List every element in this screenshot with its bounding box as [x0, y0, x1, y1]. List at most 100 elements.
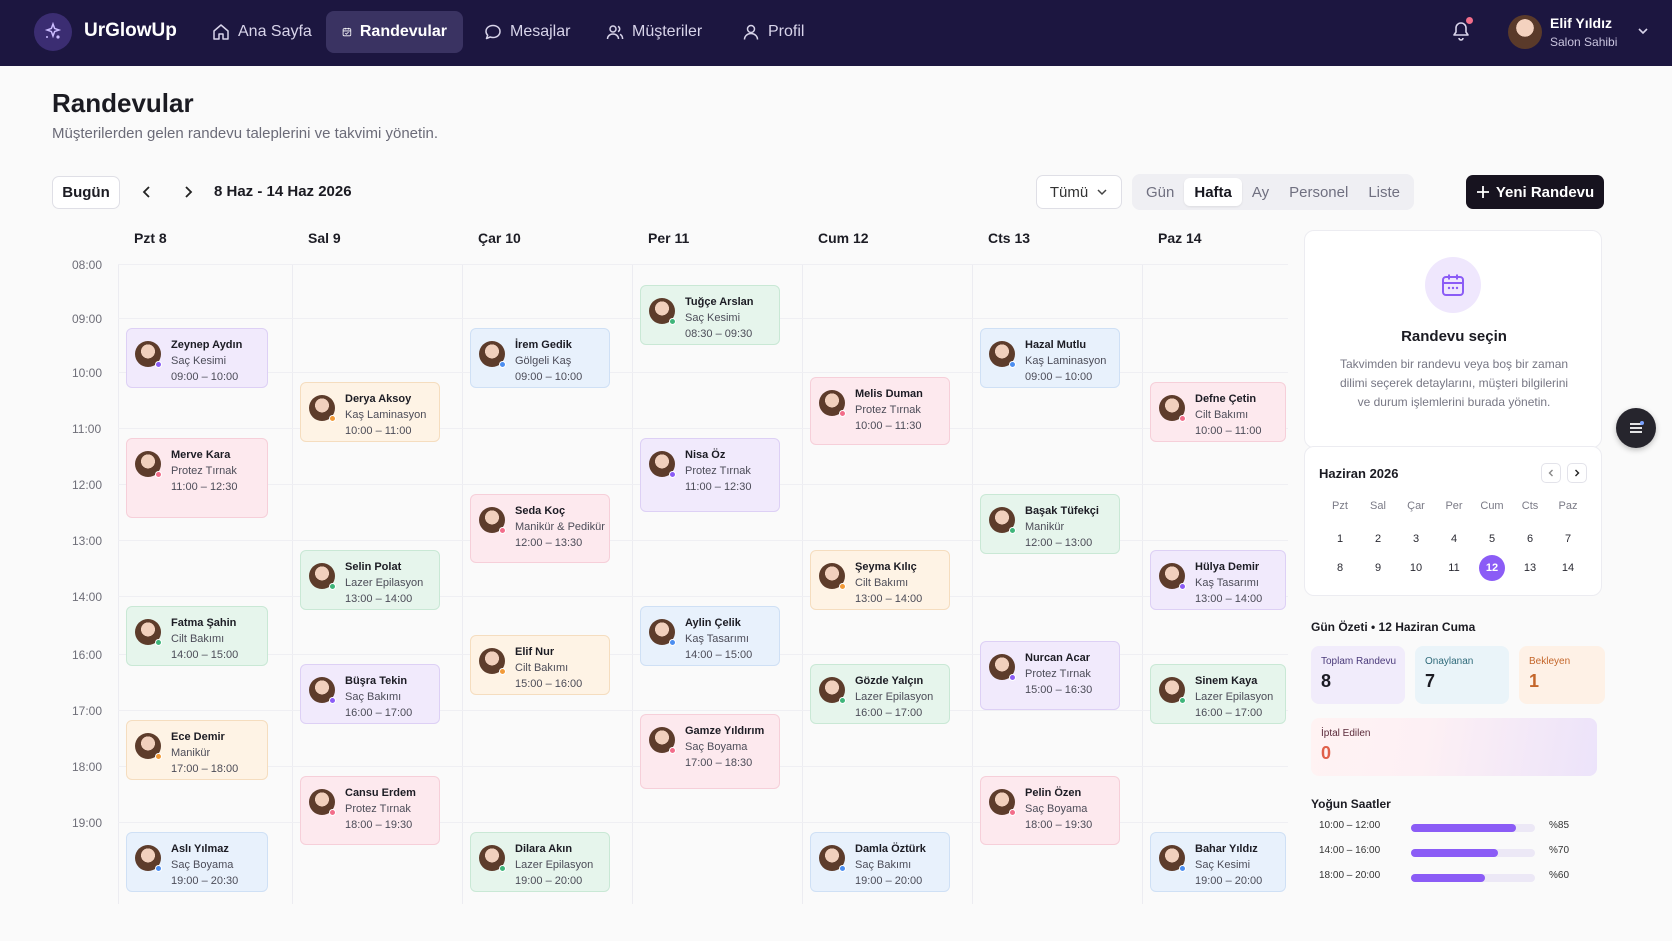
day-header[interactable]: Per 11 [648, 230, 689, 246]
next-week-icon[interactable] [180, 184, 196, 200]
day-header[interactable]: Cts 13 [988, 230, 1030, 246]
mini-day[interactable]: 6 [1517, 526, 1543, 552]
tab-month[interactable]: Ay [1242, 178, 1279, 206]
new-appointment-button[interactable]: Yeni Randevu [1466, 175, 1604, 209]
appointment-card[interactable]: Cansu Erdem Protez Tırnak 18:00 – 19:30 [300, 776, 440, 846]
mini-day[interactable]: 11 [1441, 555, 1467, 581]
nav-item-messages[interactable]: Mesajlar [468, 11, 586, 53]
today-button[interactable]: Bugün [52, 176, 120, 209]
appointment-card[interactable]: Bahar Yıldız Saç Kesimi 19:00 – 20:00 [1150, 832, 1286, 892]
appointment-card[interactable]: Sinem Kaya Lazer Epilasyon 16:00 – 17:00 [1150, 664, 1286, 724]
day-header[interactable]: Pzt 8 [134, 230, 167, 246]
hour-line [118, 596, 1288, 597]
appointment-card[interactable]: Pelin Özen Saç Boyama 18:00 – 19:30 [980, 776, 1120, 846]
mini-prev-button[interactable] [1541, 463, 1561, 483]
appointment-card[interactable]: Damla Öztürk Saç Bakımı 19:00 – 20:00 [810, 832, 950, 892]
mini-day[interactable]: 12 [1479, 555, 1505, 581]
appointment-time: 13:00 – 14:00 [855, 593, 923, 605]
appointment-card[interactable]: Şeyma Kılıç Cilt Bakımı 13:00 – 14:00 [810, 550, 950, 610]
day-header[interactable]: Cum 12 [818, 230, 869, 246]
tab-week[interactable]: Hafta [1184, 178, 1242, 206]
mini-day[interactable]: 14 [1555, 555, 1581, 581]
appointment-service: Lazer Epilasyon [345, 577, 424, 589]
appointment-service: Lazer Epilasyon [1195, 691, 1274, 703]
avatar[interactable] [1508, 15, 1542, 49]
mini-day[interactable]: 7 [1555, 526, 1581, 552]
user-name[interactable]: Elif Yıldız [1550, 15, 1612, 31]
status-dot [839, 697, 846, 704]
day-header[interactable]: Çar 10 [478, 230, 521, 246]
busy-track [1411, 874, 1535, 882]
mini-day[interactable]: 1 [1327, 526, 1353, 552]
appointment-card[interactable]: Merve Kara Protez Tırnak 11:00 – 12:30 [126, 438, 268, 518]
status-dot [329, 415, 336, 422]
logo-icon[interactable] [34, 13, 72, 51]
appointment-card[interactable]: Hazal Mutlu Kaş Laminasyon 09:00 – 10:00 [980, 328, 1120, 388]
appointment-card[interactable]: Derya Aksoy Kaş Laminasyon 10:00 – 11:00 [300, 382, 440, 442]
appointment-card[interactable]: Aylin Çelik Kaş Tasarımı 14:00 – 15:00 [640, 606, 780, 666]
appointment-time: 19:00 – 20:00 [515, 875, 583, 887]
appointment-card[interactable]: Selin Polat Lazer Epilasyon 13:00 – 14:00 [300, 550, 440, 610]
appointment-card[interactable]: Gözde Yalçın Lazer Epilasyon 16:00 – 17:00 [810, 664, 950, 724]
appointment-service: Cilt Bakımı [515, 662, 569, 674]
day-header[interactable]: Sal 9 [308, 230, 341, 246]
tab-day[interactable]: Gün [1136, 178, 1184, 206]
mini-day[interactable]: 10 [1403, 555, 1429, 581]
prev-week-icon[interactable] [139, 184, 155, 200]
mini-day[interactable]: 5 [1479, 526, 1505, 552]
mini-calendar: Haziran 2026 Pzt Sal Çar Per Cum Cts Paz 1 2 3 4 5 6… [1304, 446, 1602, 596]
mini-day[interactable]: 8 [1327, 555, 1353, 581]
mini-day[interactable]: 9 [1365, 555, 1391, 581]
appointment-card[interactable]: Ece Demir Manikür 17:00 – 18:00 [126, 720, 268, 780]
chevron-down-icon[interactable] [1636, 24, 1650, 38]
appointment-card[interactable]: Dilara Akın Lazer Epilasyon 19:00 – 20:00 [470, 832, 610, 892]
app-name[interactable]: UrGlowUp [84, 20, 177, 42]
appointment-time: 14:00 – 15:00 [685, 649, 753, 661]
nav-item-home[interactable]: Ana Sayfa [196, 11, 328, 53]
appointment-card[interactable]: Başak Tüfekçi Manikür 12:00 – 13:00 [980, 494, 1120, 554]
appointment-customer: Sinem Kaya [1195, 675, 1258, 687]
hour-line [118, 264, 1288, 265]
status-dot [839, 865, 846, 872]
mini-day[interactable]: 2 [1365, 526, 1391, 552]
appointment-card[interactable]: Gamze Yıldırım Saç Boyama 17:00 – 18:30 [640, 714, 780, 789]
appointment-card[interactable]: Fatma Şahin Cilt Bakımı 14:00 – 15:00 [126, 606, 268, 666]
appointment-card[interactable]: Nurcan Acar Protez Tırnak 15:00 – 16:30 [980, 640, 1120, 711]
appointment-card[interactable]: Zeynep Aydın Saç Kesimi 09:00 – 10:00 [126, 328, 268, 388]
status-dot [1179, 583, 1186, 590]
mini-day[interactable]: 4 [1441, 526, 1467, 552]
appointment-card[interactable]: Tuğçe Arslan Saç Kesimi 08:30 – 09:30 [640, 284, 780, 345]
day-header[interactable]: Paz 14 [1158, 230, 1202, 246]
menu-icon [1630, 421, 1644, 433]
appointment-time: 12:00 – 13:30 [515, 537, 583, 549]
appointment-card[interactable]: Nisa Öz Protez Tırnak 11:00 – 12:30 [640, 438, 780, 513]
status-dot [1179, 697, 1186, 704]
nav-item-customers[interactable]: Müşteriler [590, 11, 718, 53]
appointment-card[interactable]: Defne Çetin Cilt Bakımı 10:00 – 11:00 [1150, 382, 1286, 442]
appointment-card[interactable]: Aslı Yılmaz Saç Boyama 19:00 – 20:30 [126, 832, 268, 892]
appointment-service: Saç Kesimi [685, 311, 741, 324]
day-summary-title: Gün Özeti • 12 Haziran Cuma [1311, 620, 1476, 634]
appointment-detail-panel: Randevu seçin Takvimden bir randevu veya… [1304, 230, 1602, 448]
appointment-card[interactable]: İrem Gedik Gölgeli Kaş 09:00 – 10:00 [470, 328, 610, 388]
tab-staff[interactable]: Personel [1279, 178, 1358, 206]
mini-day[interactable]: 3 [1403, 526, 1429, 552]
menu-fab-button[interactable] [1616, 408, 1656, 448]
tab-list[interactable]: Liste [1358, 178, 1410, 206]
appointment-card[interactable]: Hülya Demir Kaş Tasarımı 13:00 – 14:00 [1150, 550, 1286, 610]
nav-item-appointments[interactable]: Randevular [326, 11, 463, 53]
filter-dropdown[interactable]: Tümü [1036, 175, 1122, 209]
busy-hour-row: 18:00 – 20:00 %60 [1319, 870, 1569, 886]
mini-day[interactable]: 13 [1517, 555, 1543, 581]
appointment-card[interactable]: Büşra Tekin Saç Bakımı 16:00 – 17:00 [300, 664, 440, 724]
appointment-card[interactable]: Seda Koç Manikür & Pedikür 12:00 – 13:30 [470, 494, 610, 563]
appointment-card[interactable]: Elif Nur Cilt Bakımı 15:00 – 16:00 [470, 635, 610, 695]
appointment-service: Saç Boyama [1025, 803, 1088, 815]
status-dot [499, 865, 506, 872]
appointment-card[interactable]: Melis Duman Protez Tırnak 10:00 – 11:30 [810, 376, 950, 446]
time-label: 19:00 [72, 816, 103, 830]
mini-weekday: Çar [1407, 500, 1425, 512]
nav-label: Müşteriler [632, 23, 703, 40]
mini-next-button[interactable] [1567, 463, 1587, 483]
nav-item-profile[interactable]: Profil [726, 11, 820, 53]
